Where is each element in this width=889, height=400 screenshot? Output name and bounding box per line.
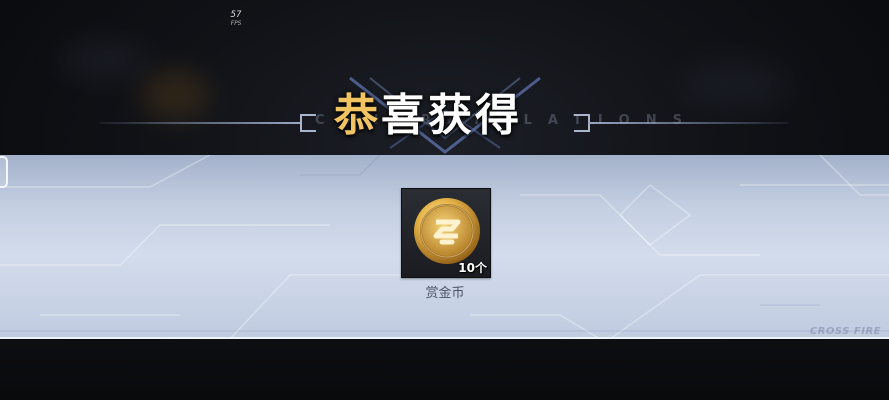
fps-value: 57 xyxy=(230,10,242,20)
bottom-dark-area xyxy=(0,340,889,400)
fps-counter: 57 FPS xyxy=(222,10,250,28)
side-tab-handle[interactable] xyxy=(0,156,8,188)
divider-line-right xyxy=(588,122,788,124)
bracket-left xyxy=(300,114,316,132)
fps-unit: FPS xyxy=(230,20,242,27)
bounty-coin-icon xyxy=(414,198,480,264)
item-name: 赏金币 xyxy=(425,286,465,301)
reward-item-slot[interactable]: 10个 xyxy=(401,188,491,278)
crossfire-watermark: CROSS FIRE xyxy=(809,326,881,337)
reward-header: CONGRATULATIONS 恭喜获得 xyxy=(0,60,889,155)
game-screen: 57 FPS CONGRATULATIONS 恭喜获得 CROSS FIRE 1… xyxy=(0,0,889,400)
item-quantity: 10个 xyxy=(458,261,487,275)
title-text: 喜获得 xyxy=(381,90,522,141)
banner-edge xyxy=(0,337,889,339)
divider-line-left xyxy=(100,122,300,124)
reward-title: 恭喜获得 xyxy=(334,86,522,146)
title-accent-char: 恭 xyxy=(334,90,381,141)
